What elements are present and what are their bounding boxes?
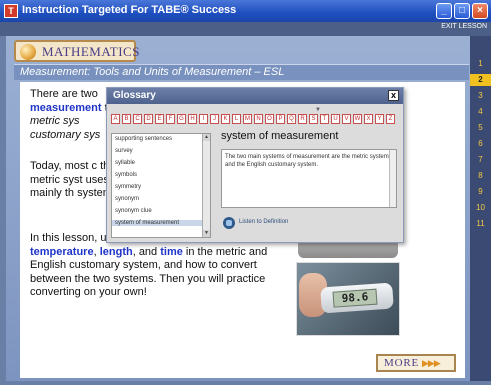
letter-button-u[interactable]: U bbox=[331, 114, 340, 124]
letter-button-k[interactable]: K bbox=[221, 114, 230, 124]
keyword-temperature[interactable]: temperature bbox=[30, 246, 94, 258]
thermometer-body: 98.6 bbox=[320, 282, 394, 314]
thermometer-photo: 98.6 bbox=[296, 262, 400, 336]
page-nav-item[interactable]: 1 bbox=[470, 58, 491, 70]
window-titlebar: T Instruction Targeted For TABE® Success… bbox=[0, 0, 491, 22]
speaker-icon bbox=[223, 217, 235, 229]
text-run: , and bbox=[132, 245, 161, 258]
letter-button-j[interactable]: J bbox=[210, 114, 219, 124]
list-item-selected[interactable]: system of measurement bbox=[112, 220, 202, 226]
lesson-title: Measurement: Tools and Units of Measurem… bbox=[20, 66, 285, 78]
lesson-page-nav: 1 2 3 4 5 6 7 8 9 10 11 bbox=[470, 36, 491, 381]
letter-button-s[interactable]: S bbox=[309, 114, 318, 124]
letter-marker-icon: ▼ bbox=[315, 107, 321, 113]
tabe-logo-icon: T bbox=[4, 4, 18, 18]
word-list-scrollbar[interactable]: ▲ ▼ bbox=[202, 134, 210, 237]
close-icon[interactable]: x bbox=[388, 90, 399, 101]
lesson-header: Measurement: Tools and Units of Measurem… bbox=[14, 64, 469, 80]
text-run: There are two bbox=[30, 88, 98, 100]
more-label: MORE bbox=[384, 357, 419, 369]
letter-button-c[interactable]: C bbox=[133, 114, 142, 124]
list-item[interactable]: symmetry bbox=[115, 184, 141, 190]
letter-button-x[interactable]: X bbox=[364, 114, 373, 124]
page-nav-item[interactable]: 5 bbox=[470, 122, 491, 134]
page-nav-item[interactable]: 3 bbox=[470, 90, 491, 102]
letter-button-y[interactable]: Y bbox=[375, 114, 384, 124]
term-customary-system: customary sys bbox=[30, 128, 101, 141]
subject-label: MATHEMATICS bbox=[42, 44, 140, 59]
definition-text: The two main systems of measurement are … bbox=[225, 154, 389, 168]
letter-button-q[interactable]: Q bbox=[287, 114, 296, 124]
scroll-down-icon[interactable]: ▼ bbox=[203, 230, 210, 237]
letter-button-w[interactable]: W bbox=[353, 114, 362, 124]
listen-label: Listen to Definition bbox=[239, 219, 289, 225]
more-button[interactable]: MORE ▶▶▶ bbox=[376, 354, 456, 372]
glossary-term: system of measurement bbox=[221, 130, 339, 142]
letter-button-z[interactable]: Z bbox=[386, 114, 395, 124]
list-item[interactable]: syllable bbox=[115, 160, 135, 166]
list-item[interactable]: synonym clue bbox=[115, 208, 152, 214]
letter-button-d[interactable]: D bbox=[144, 114, 153, 124]
scroll-up-icon[interactable]: ▲ bbox=[203, 134, 210, 141]
definition-scrollbar[interactable] bbox=[389, 150, 396, 207]
letter-button-h[interactable]: H bbox=[188, 114, 197, 124]
keyword-time[interactable]: time bbox=[160, 246, 183, 258]
thermometer-reading: 98.6 bbox=[332, 288, 378, 308]
alphabet-bar: ABCDEFGHIJKLMNOPQRSTUVWXYZ bbox=[111, 114, 401, 124]
word-list[interactable]: supporting sentences survey syllable sym… bbox=[111, 133, 211, 238]
list-item[interactable]: survey bbox=[115, 148, 133, 154]
letter-button-o[interactable]: O bbox=[265, 114, 274, 124]
letter-button-g[interactable]: G bbox=[177, 114, 186, 124]
page-nav-item[interactable]: 7 bbox=[470, 154, 491, 166]
list-item[interactable]: symbols bbox=[115, 172, 137, 178]
term-metric-system: metric sys bbox=[30, 115, 80, 127]
page-nav-item[interactable]: 4 bbox=[470, 106, 491, 118]
window-title: Instruction Targeted For TABE® Success bbox=[22, 4, 237, 16]
letter-button-m[interactable]: M bbox=[243, 114, 252, 124]
menu-bar: EXIT LESSON bbox=[0, 22, 491, 36]
list-item[interactable]: synonym bbox=[115, 196, 139, 202]
maximize-icon[interactable]: □ bbox=[454, 3, 470, 19]
letter-button-n[interactable]: N bbox=[254, 114, 263, 124]
subject-tab: MATHEMATICS bbox=[14, 40, 139, 62]
page-nav-item[interactable]: 6 bbox=[470, 138, 491, 150]
letter-button-r[interactable]: R bbox=[298, 114, 307, 124]
page-nav-item[interactable]: 8 bbox=[470, 170, 491, 182]
glossary-titlebar: Glossary x bbox=[107, 88, 403, 104]
page-nav-item-active[interactable]: 2 bbox=[470, 74, 491, 86]
letter-button-l[interactable]: L bbox=[232, 114, 241, 124]
page-nav-item[interactable]: 9 bbox=[470, 186, 491, 198]
arrow-right-icon: ▶▶▶ bbox=[422, 358, 441, 368]
letter-button-v[interactable]: V bbox=[342, 114, 351, 124]
glossary-title: Glossary bbox=[113, 90, 156, 101]
close-icon[interactable]: × bbox=[472, 3, 488, 19]
listen-to-definition-button[interactable]: Listen to Definition bbox=[223, 216, 333, 232]
letter-button-e[interactable]: E bbox=[155, 114, 164, 124]
letter-button-f[interactable]: F bbox=[166, 114, 175, 124]
letter-button-i[interactable]: I bbox=[199, 114, 208, 124]
exit-lesson-button[interactable]: EXIT LESSON bbox=[441, 23, 487, 30]
letter-button-t[interactable]: T bbox=[320, 114, 329, 124]
letter-button-b[interactable]: B bbox=[122, 114, 131, 124]
list-item[interactable]: supporting sentences bbox=[115, 136, 172, 142]
subject-ball-icon bbox=[20, 44, 36, 60]
definition-box: The two main systems of measurement are … bbox=[221, 149, 397, 208]
page-nav-item[interactable]: 10 bbox=[470, 202, 491, 214]
keyword-measurement[interactable]: measurement bbox=[30, 102, 102, 114]
glossary-dialog: Glossary x ▼ ABCDEFGHIJKLMNOPQRSTUVWXYZ … bbox=[106, 87, 404, 243]
keyword-length[interactable]: length bbox=[100, 246, 133, 258]
page-nav-item[interactable]: 11 bbox=[470, 218, 491, 230]
letter-button-a[interactable]: A bbox=[111, 114, 120, 124]
letter-button-p[interactable]: P bbox=[276, 114, 285, 124]
minimize-icon[interactable]: _ bbox=[436, 3, 452, 19]
